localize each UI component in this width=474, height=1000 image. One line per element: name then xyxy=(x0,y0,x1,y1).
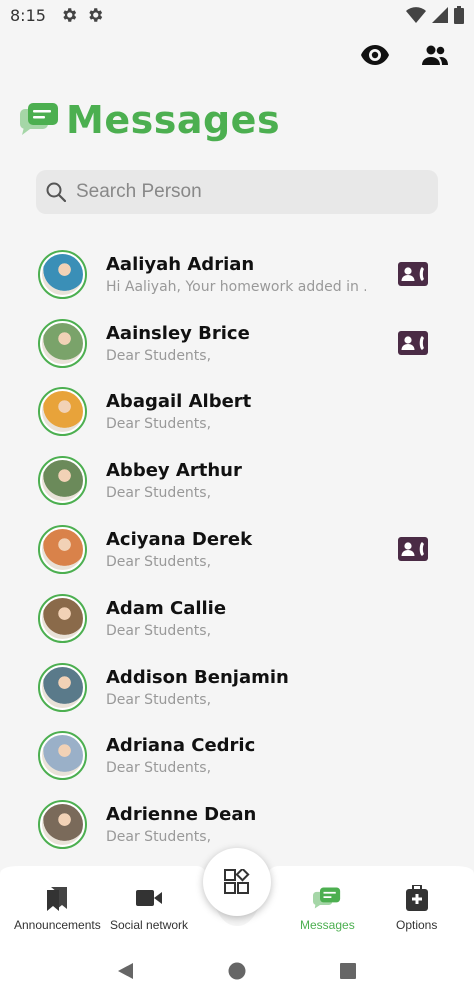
contact-row[interactable]: Aaliyah Adrian Hi Aaliyah, Your homework … xyxy=(0,240,474,309)
contact-card-icon[interactable] xyxy=(398,537,428,562)
avatar xyxy=(38,800,87,850)
contact-name: Adam Callie xyxy=(106,597,227,619)
avatar xyxy=(38,249,87,299)
avatar-photo xyxy=(42,391,83,433)
contact-name: Aciyana Derek xyxy=(106,529,253,551)
contact-text: Abbey Arthur Dear Students, xyxy=(106,460,366,501)
message-preview: Dear Students, xyxy=(106,760,212,777)
message-preview: Hi Aaliyah, Your homework added in ... xyxy=(106,278,366,295)
nav-label: Social network xyxy=(110,918,189,932)
battery-icon xyxy=(454,6,464,24)
visibility-button[interactable] xyxy=(360,40,390,70)
contact-name: Abbey Arthur xyxy=(106,460,242,482)
home-circle-icon xyxy=(228,962,246,980)
message-preview: Dear Students, xyxy=(106,416,212,433)
message-preview: Dear Students, xyxy=(106,485,212,502)
contact-name: Adrienne Dean xyxy=(106,804,257,826)
contact-card-icon[interactable] xyxy=(398,330,428,355)
contact-text: Addison Benjamin Dear Students, xyxy=(106,667,366,708)
medical-bag-icon xyxy=(405,885,428,911)
contact-text: Adriana Cedric Dear Students, xyxy=(106,735,366,776)
contact-row[interactable]: Abagail Albert Dear Students, xyxy=(0,378,474,447)
nav-messages[interactable]: Messages xyxy=(300,884,355,932)
message-preview: Dear Students, xyxy=(106,829,212,846)
search-icon xyxy=(46,182,66,202)
avatar xyxy=(38,662,87,712)
contact-row[interactable]: Addison Benjamin Dear Students, xyxy=(0,653,474,722)
nav-label: Announcements xyxy=(14,918,101,932)
contact-text: Aaliyah Adrian Hi Aaliyah, Your homework … xyxy=(106,254,366,295)
settings-gear-icon xyxy=(89,8,103,22)
back-triangle-icon xyxy=(117,963,133,979)
search-input[interactable] xyxy=(76,181,416,203)
avatar xyxy=(38,731,87,781)
contacts-button[interactable] xyxy=(420,40,450,70)
avatar xyxy=(38,593,87,643)
apps-grid-icon xyxy=(224,869,250,894)
signal-icon xyxy=(432,7,448,23)
video-camera-icon xyxy=(136,890,163,906)
nav-label: Options xyxy=(396,918,438,932)
nav-options[interactable]: Options xyxy=(396,884,437,932)
message-preview: Dear Students, xyxy=(106,622,212,639)
recents-square-icon xyxy=(340,963,357,979)
contact-name: Aainsley Brice xyxy=(106,322,250,344)
avatar-photo xyxy=(42,735,83,777)
contact-text: Adam Callie Dear Students, xyxy=(106,598,366,639)
status-indicators xyxy=(406,6,464,24)
contact-text: Abagail Albert Dear Students, xyxy=(106,391,366,432)
home-button[interactable] xyxy=(226,960,248,982)
people-icon xyxy=(422,45,448,65)
system-navigation-bar xyxy=(0,942,474,1000)
contact-row[interactable]: Aciyana Derek Dear Students, xyxy=(0,515,474,584)
avatar-photo xyxy=(42,666,83,708)
page-title: Messages xyxy=(66,98,281,142)
avatar-photo xyxy=(42,460,83,502)
avatar-photo xyxy=(42,322,83,364)
contact-name: Aaliyah Adrian xyxy=(106,253,255,275)
avatar-photo xyxy=(42,529,83,571)
contact-text: Aciyana Derek Dear Students, xyxy=(106,529,366,570)
message-preview: Dear Students, xyxy=(106,691,212,708)
nav-label: Messages xyxy=(300,918,355,932)
nav-social-network[interactable]: Social network xyxy=(110,884,188,932)
apps-fab-button[interactable] xyxy=(203,848,271,916)
contact-name: Adriana Cedric xyxy=(106,735,256,757)
eye-icon xyxy=(361,45,389,65)
contact-row[interactable]: Adam Callie Dear Students, xyxy=(0,584,474,653)
avatar-photo xyxy=(42,597,83,639)
contact-list: Aaliyah Adrian Hi Aaliyah, Your homework … xyxy=(0,240,474,859)
message-preview: Dear Students, xyxy=(106,554,212,571)
contact-card-icon[interactable] xyxy=(398,262,428,286)
avatar-photo xyxy=(42,253,83,295)
contact-text: Aainsley Brice Dear Students, xyxy=(106,323,366,364)
back-button[interactable] xyxy=(115,960,137,982)
messages-screen: 8:15 Messages Aaliyah Adria xyxy=(0,0,474,1000)
search-bar[interactable] xyxy=(36,170,438,214)
settings-gear-icon xyxy=(63,8,77,22)
contact-name: Abagail Albert xyxy=(106,391,252,413)
avatar-photo xyxy=(42,804,83,846)
status-bar: 8:15 xyxy=(0,0,474,30)
avatar xyxy=(38,456,87,506)
recents-button[interactable] xyxy=(337,960,359,982)
avatar xyxy=(38,387,87,437)
contact-name: Addison Benjamin xyxy=(106,666,289,688)
contact-row[interactable]: Abbey Arthur Dear Students, xyxy=(0,446,474,515)
page-header: Messages xyxy=(18,98,280,142)
message-preview: Dear Students, xyxy=(106,347,212,364)
chat-bubbles-icon xyxy=(20,103,58,135)
status-time: 8:15 xyxy=(10,5,46,25)
avatar xyxy=(38,318,87,368)
nav-announcements[interactable]: Announcements xyxy=(14,884,101,932)
contact-row[interactable]: Aainsley Brice Dear Students, xyxy=(0,309,474,378)
top-actions xyxy=(360,40,450,70)
chat-bubbles-icon xyxy=(313,887,341,909)
avatar xyxy=(38,525,87,575)
wifi-icon xyxy=(406,7,426,23)
bookmark-icon xyxy=(47,887,68,911)
contact-row[interactable]: Adriana Cedric Dear Students, xyxy=(0,722,474,791)
contact-text: Adrienne Dean Dear Students, xyxy=(106,804,366,845)
